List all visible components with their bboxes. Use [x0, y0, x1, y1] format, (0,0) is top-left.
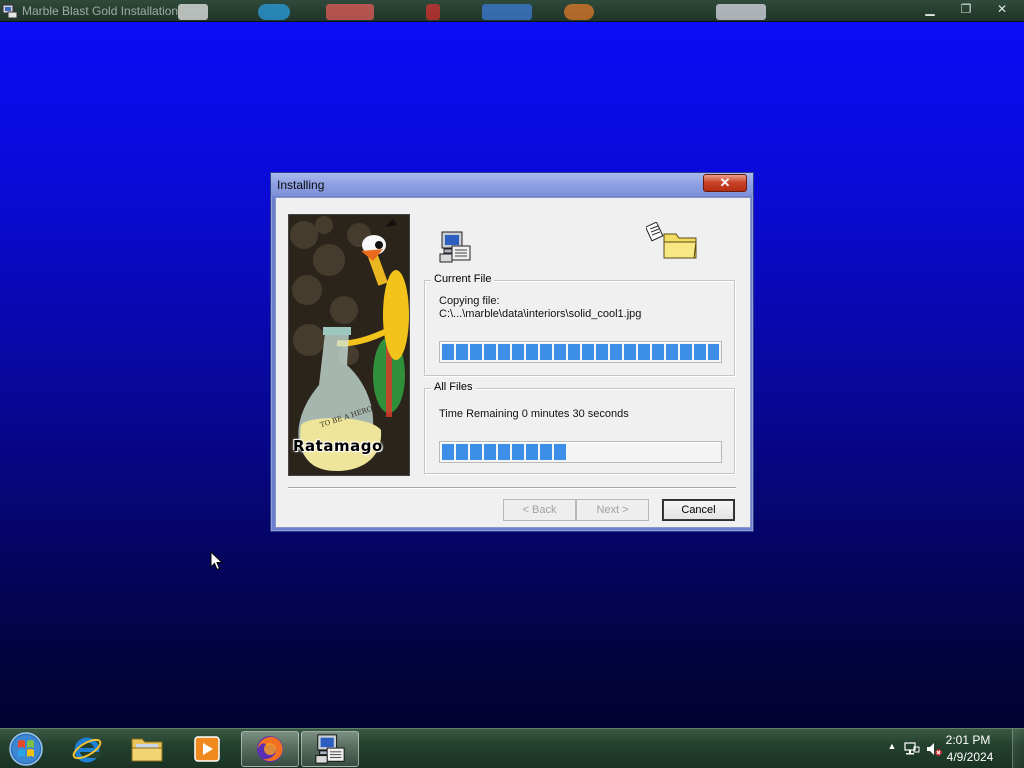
media-player-icon [194, 736, 220, 762]
ghost-taskbar-icon [326, 4, 374, 20]
start-button[interactable] [6, 731, 46, 767]
copying-label: Copying file: [439, 295, 500, 307]
ghost-taskbar-icon [258, 4, 290, 20]
all-files-group: All Files Time Remaining 0 minutes 30 se… [424, 381, 735, 474]
current-file-legend: Current File [431, 273, 495, 285]
outer-window-title: Marble Blast Gold Installation [22, 4, 179, 18]
current-file-progress-fill [442, 344, 719, 360]
taskbar-internet-explorer[interactable] [58, 731, 116, 767]
installing-dialog: Installing ✕ TO BE A HERO Ratamago Curre… [270, 172, 754, 532]
show-hidden-icons-button[interactable]: ▲ [884, 741, 900, 757]
all-files-progress-bar [439, 441, 722, 463]
show-desktop-button[interactable] [1012, 729, 1024, 768]
outer-restore-button[interactable]: ❐ [948, 0, 984, 18]
ghost-taskbar-icon [564, 4, 594, 20]
clock-time[interactable]: 2:01 PM [938, 733, 998, 747]
outer-window-titlebar: Marble Blast Gold Installation ▁ ❐ ✕ [0, 0, 1024, 22]
ghost-taskbar-icon [716, 4, 766, 20]
copy-to-folder-icon [646, 222, 697, 259]
network-icon[interactable] [904, 741, 920, 757]
all-files-legend: All Files [431, 381, 476, 393]
next-button[interactable]: Next > [576, 499, 649, 521]
dialog-body: TO BE A HERO Ratamago Current File Copyi… [275, 197, 751, 528]
dialog-close-button[interactable]: ✕ [703, 174, 747, 192]
firefox-icon [257, 736, 283, 762]
back-button[interactable]: < Back [503, 499, 576, 521]
folder-icon [131, 738, 163, 762]
splash-image: TO BE A HERO Ratamago [288, 214, 410, 476]
time-remaining: Time Remaining 0 minutes 30 seconds [439, 408, 629, 420]
system-tray: ▲ 2:01 PM 4/9/2024 [864, 729, 1024, 768]
current-file-progress-bar [439, 341, 722, 363]
taskbar-file-explorer[interactable] [118, 731, 176, 767]
button-separator [288, 487, 736, 489]
outer-close-button[interactable]: ✕ [984, 0, 1020, 18]
splash-label: Ratamago [293, 437, 383, 455]
taskbar-media-player[interactable] [178, 731, 236, 767]
current-file-group: Current File Copying file: C:\...\marble… [424, 273, 735, 376]
setup-icon [315, 734, 345, 764]
taskbar-setup[interactable] [301, 731, 359, 767]
dialog-titlebar[interactable]: Installing ✕ [271, 173, 753, 196]
taskbar: ▲ 2:01 PM 4/9/2024 [0, 728, 1024, 768]
ghost-taskbar-icon [178, 4, 208, 20]
current-file-path: C:\...\marble\data\interiors\solid_cool1… [439, 308, 642, 320]
setup-computer-icon [439, 231, 471, 263]
clock-date[interactable]: 4/9/2024 [938, 750, 1002, 764]
all-files-progress-fill [442, 444, 567, 460]
ghost-taskbar-icon [426, 4, 440, 20]
ie-icon [72, 737, 102, 763]
dialog-title: Installing [277, 178, 325, 192]
mouse-cursor-icon [210, 551, 224, 571]
close-icon: ✕ [719, 175, 731, 190]
ghost-taskbar-icon [482, 4, 532, 20]
outer-minimize-button[interactable]: ▁ [912, 0, 948, 18]
setup-app-icon [2, 4, 18, 19]
cancel-button[interactable]: Cancel [662, 499, 735, 521]
taskbar-firefox[interactable] [241, 731, 299, 767]
